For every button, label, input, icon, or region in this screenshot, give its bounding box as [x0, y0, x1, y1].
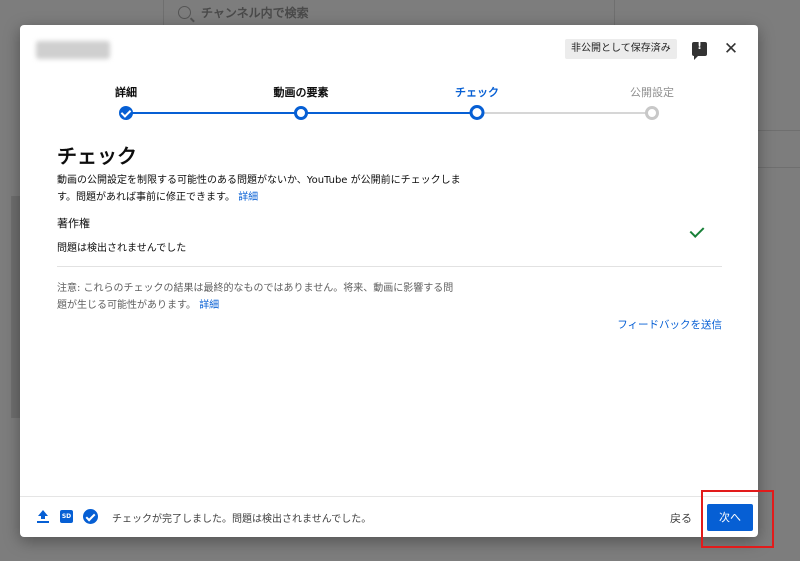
checks-description: 動画の公開設定を制限する可能性のある問題がないか、YouTube が公開前にチェ…: [57, 172, 467, 206]
copyright-status: 問題は検出されませんでした: [57, 243, 187, 254]
video-title-blurred: [36, 41, 110, 59]
hd-processing-icon: SD: [60, 510, 73, 523]
next-button[interactable]: 次へ: [707, 504, 753, 531]
copyright-title: 著作権: [57, 217, 90, 230]
check-icon: [689, 223, 705, 238]
stepper-line-future: [477, 112, 652, 114]
step-visibility-label[interactable]: 公開設定: [630, 84, 674, 100]
note-text: 注意: これらのチェックの結果は最終的なものではありません。将来、動画に影響する…: [57, 283, 454, 311]
checkmark-icon: [120, 107, 132, 118]
description-text: 動画の公開設定を制限する可能性のある問題がないか、YouTube が公開前にチェ…: [57, 175, 461, 203]
report-feedback-icon[interactable]: [692, 41, 707, 60]
step-elements-label[interactable]: 動画の要素: [274, 84, 329, 100]
checks-content: チェック 動画の公開設定を制限する可能性のある問題がないか、YouTube が公…: [57, 140, 722, 331]
search-placeholder: チャンネル内で検索: [201, 6, 309, 20]
background-divider: [758, 130, 800, 131]
search-icon: [178, 6, 191, 19]
page-title: チェック: [57, 144, 137, 168]
checks-complete-icon: [83, 509, 98, 524]
send-feedback-link[interactable]: フィードバックを送信: [617, 317, 722, 332]
dialog-header: 非公開として保存済み ✕: [20, 25, 758, 75]
step-visibility-dot[interactable]: [645, 106, 659, 120]
upload-icon: [37, 510, 49, 523]
dialog-footer: SD チェックが完了しました。問題は検出されませんでした。 戻る 次へ: [20, 496, 758, 537]
step-details-dot[interactable]: [119, 106, 133, 120]
footer-status-text: チェックが完了しました。問題は検出されませんでした。: [112, 514, 372, 525]
copyright-check: 著作権 問題は検出されませんでした: [57, 212, 722, 267]
save-status-badge: 非公開として保存済み: [565, 39, 677, 59]
step-checks-dot[interactable]: [469, 105, 485, 120]
background-search-bar: チャンネル内で検索: [163, 0, 615, 25]
step-checks-label[interactable]: チェック: [455, 84, 499, 100]
step-elements-dot[interactable]: [294, 106, 308, 120]
upload-dialog: 非公開として保存済み ✕ 詳細 動画の要素 チェック 公開設定 チェック 動画の…: [20, 25, 758, 537]
progress-stepper: 詳細 動画の要素 チェック 公開設定: [20, 81, 758, 121]
back-button[interactable]: 戻る: [670, 510, 692, 526]
note-details-link[interactable]: 詳細: [199, 300, 219, 311]
step-details-label[interactable]: 詳細: [115, 84, 137, 100]
disclaimer-note: 注意: これらのチェックの結果は最終的なものではありません。将来、動画に影響する…: [57, 280, 457, 314]
close-icon[interactable]: ✕: [722, 40, 740, 58]
background-divider: [758, 167, 800, 168]
background-sidebar: [11, 196, 20, 418]
details-link[interactable]: 詳細: [238, 192, 258, 203]
